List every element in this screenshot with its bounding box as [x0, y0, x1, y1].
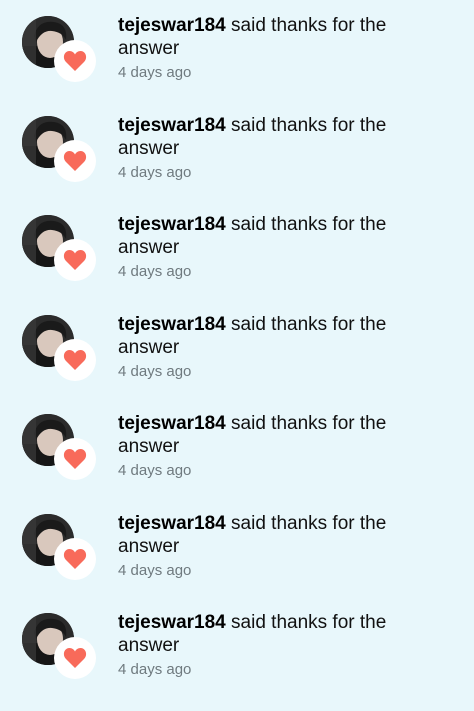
notification-message: tejeswar184 said thanks for the answer: [118, 512, 418, 558]
notification-item[interactable]: tejeswar184 said thanks for the answer 4…: [0, 313, 474, 413]
timestamp: 4 days ago: [118, 362, 192, 380]
avatar-group: [22, 314, 98, 393]
avatar-group: [22, 115, 98, 194]
avatar-group: [22, 215, 98, 293]
notification-text: tejeswar184 said thanks for the answer 4…: [118, 313, 418, 381]
heart-icon: [63, 349, 87, 370]
timestamp: 4 days ago: [118, 462, 192, 479]
notification-message: tejeswar184 said thanks for the answer: [118, 611, 418, 657]
notification-message: tejeswar184 said thanks for the answer: [118, 313, 418, 359]
notification-item[interactable]: tejeswar184 said thanks for the answer 4…: [0, 512, 474, 612]
notification-feed: tejeswar184 said thanks for the answer 4…: [0, 0, 474, 679]
heart-badge: [54, 139, 96, 182]
heart-badge: [54, 40, 96, 82]
username-link[interactable]: tejeswar184: [118, 413, 226, 434]
timestamp: 4 days ago: [118, 661, 192, 678]
heart-icon: [63, 250, 87, 270]
notification-item[interactable]: tejeswar184 said thanks for the answer 4…: [0, 611, 474, 711]
username-link[interactable]: tejeswar184: [118, 115, 226, 136]
notification-item[interactable]: tejeswar184 said thanks for the answer 4…: [0, 14, 474, 114]
username-link[interactable]: tejeswar184: [118, 214, 226, 235]
notification-text: tejeswar184 said thanks for the answer 4…: [118, 512, 418, 580]
notification-message: tejeswar184 said thanks for the answer: [118, 213, 418, 259]
username-link[interactable]: tejeswar184: [118, 15, 226, 36]
heart-badge: [54, 239, 96, 281]
timestamp: 4 days ago: [118, 263, 192, 280]
heart-icon: [63, 548, 87, 569]
notification-text: tejeswar184 said thanks for the answer 4…: [118, 14, 418, 82]
notification-message: tejeswar184 said thanks for the answer: [118, 14, 418, 60]
heart-icon: [63, 648, 87, 668]
heart-badge: [54, 338, 96, 381]
timestamp: 4 days ago: [118, 561, 192, 579]
notification-item[interactable]: tejeswar184 said thanks for the answer 4…: [0, 412, 474, 512]
heart-icon: [63, 449, 87, 469]
avatar-group: [22, 513, 98, 592]
notification-text: tejeswar184 said thanks for the answer 4…: [118, 114, 418, 182]
username-link[interactable]: tejeswar184: [118, 513, 226, 534]
notification-item[interactable]: tejeswar184 said thanks for the answer 4…: [0, 114, 474, 214]
avatar-group: [22, 414, 98, 492]
notification-text: tejeswar184 said thanks for the answer 4…: [118, 412, 418, 480]
heart-icon: [63, 150, 87, 171]
notification-message: tejeswar184 said thanks for the answer: [118, 114, 418, 160]
timestamp: 4 days ago: [118, 163, 192, 181]
notification-message: tejeswar184 said thanks for the answer: [118, 412, 418, 458]
timestamp: 4 days ago: [118, 64, 192, 81]
heart-badge: [54, 637, 96, 679]
heart-badge: [54, 537, 96, 580]
notification-item[interactable]: tejeswar184 said thanks for the answer 4…: [0, 213, 474, 313]
avatar-group: [22, 16, 98, 94]
notification-text: tejeswar184 said thanks for the answer 4…: [118, 611, 418, 679]
heart-icon: [63, 51, 87, 71]
username-link[interactable]: tejeswar184: [118, 314, 226, 335]
notification-text: tejeswar184 said thanks for the answer 4…: [118, 213, 418, 281]
username-link[interactable]: tejeswar184: [118, 612, 226, 633]
avatar-group: [22, 613, 98, 691]
heart-badge: [54, 438, 96, 480]
